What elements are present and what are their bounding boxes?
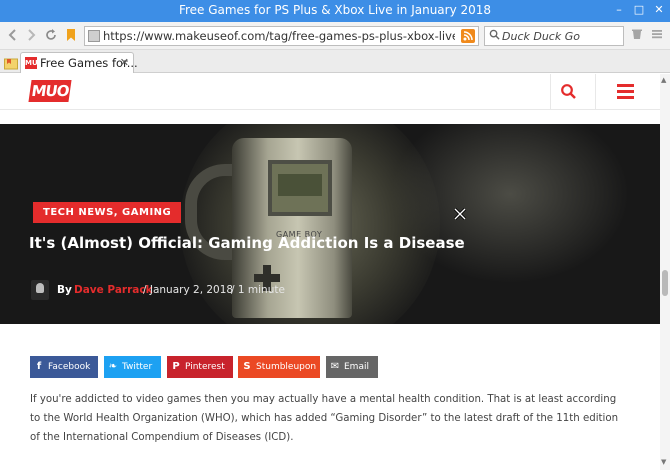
- address-bar[interactable]: https://www.makeuseof.com/tag/free-games…: [84, 26, 479, 46]
- scrollbar-thumb[interactable]: [662, 270, 668, 296]
- article-title: It's (Almost) Official: Gaming Addiction…: [29, 234, 465, 252]
- window-title: Free Games for PS Plus & Xbox Live in Ja…: [178, 3, 492, 17]
- site-header: MUO: [0, 74, 660, 110]
- scroll-down-icon[interactable]: ▼: [661, 458, 666, 466]
- page-viewport: MUO GAME BOY TECH NEWS, GAMING It's (Alm…: [0, 74, 660, 470]
- window-titlebar: Free Games for PS Plus & Xbox Live in Ja…: [0, 0, 670, 22]
- search-icon: [489, 29, 500, 43]
- bookmarks-icon[interactable]: [4, 55, 18, 70]
- trash-icon[interactable]: [630, 28, 644, 42]
- stumbleupon-icon: S: [243, 361, 251, 372]
- tab-bar: MUO Free Games for... ✕: [0, 50, 670, 73]
- bookmark-icon[interactable]: [64, 28, 78, 42]
- page-icon: [88, 30, 100, 42]
- page-scrollbar[interactable]: ▲ ▼: [660, 74, 670, 470]
- close-tab-icon[interactable]: ✕: [120, 56, 129, 69]
- author-avatar[interactable]: [31, 280, 49, 300]
- share-label: Pinterest: [185, 362, 225, 372]
- scroll-up-icon[interactable]: ▲: [661, 76, 666, 84]
- category-badge[interactable]: TECH NEWS, GAMING: [33, 202, 182, 223]
- mug-screen-art: [278, 174, 322, 196]
- hamburger-menu-button[interactable]: [617, 84, 635, 100]
- menu-bar-icon: [617, 84, 634, 87]
- share-label: Stumbleupon: [256, 362, 317, 372]
- menu-icon[interactable]: [650, 28, 664, 42]
- header-divider: [595, 74, 596, 110]
- menu-bar-icon: [617, 90, 634, 93]
- share-label: Email: [344, 362, 369, 372]
- minimize-button[interactable]: –: [612, 3, 626, 17]
- share-email-button[interactable]: ✉ Email: [326, 356, 378, 378]
- share-stumbleupon-button[interactable]: S Stumbleupon: [238, 356, 320, 378]
- share-label: Facebook: [48, 362, 91, 372]
- tab-favicon: MUO: [25, 57, 44, 69]
- close-window-button[interactable]: ✕: [652, 3, 666, 17]
- twitter-icon: ❧: [108, 361, 118, 372]
- pinterest-icon: P: [172, 361, 180, 372]
- facebook-icon: f: [36, 361, 42, 372]
- share-pinterest-button[interactable]: P Pinterest: [167, 356, 233, 378]
- navigation-toolbar: https://www.makeuseof.com/tag/free-games…: [0, 22, 670, 50]
- reload-icon[interactable]: [44, 28, 58, 42]
- mug-screen: [268, 160, 332, 216]
- back-icon[interactable]: [6, 28, 20, 42]
- tab-free-games[interactable]: MUO Free Games for... ✕: [20, 52, 138, 73]
- menu-bar-icon: [617, 96, 634, 99]
- header-divider: [550, 74, 551, 110]
- share-label: Twitter: [122, 362, 153, 372]
- byline-prefix: By: [57, 284, 72, 296]
- url-text[interactable]: https://www.makeuseof.com/tag/free-games…: [103, 29, 455, 43]
- maximize-button[interactable]: □: [632, 3, 646, 17]
- email-icon: ✉: [330, 361, 340, 372]
- mouse-cursor-icon: [453, 207, 467, 221]
- author-link[interactable]: Dave Parrack: [74, 284, 153, 296]
- read-time: / 1 minute: [231, 284, 285, 296]
- share-facebook-button[interactable]: f Facebook: [30, 356, 98, 378]
- site-search-button[interactable]: [560, 83, 578, 101]
- publish-date: / January 2, 2018: [143, 284, 234, 296]
- forward-icon[interactable]: [24, 28, 38, 42]
- search-placeholder[interactable]: Duck Duck Go: [502, 30, 580, 43]
- hero-image: GAME BOY TECH NEWS, GAMING It's (Almost)…: [0, 124, 660, 324]
- search-box[interactable]: Duck Duck Go: [484, 26, 624, 46]
- rss-icon[interactable]: [461, 29, 475, 43]
- article-body: If you're addicted to video games then y…: [30, 394, 619, 443]
- site-logo[interactable]: MUO: [28, 80, 72, 102]
- share-twitter-button[interactable]: ❧ Twitter: [104, 356, 161, 378]
